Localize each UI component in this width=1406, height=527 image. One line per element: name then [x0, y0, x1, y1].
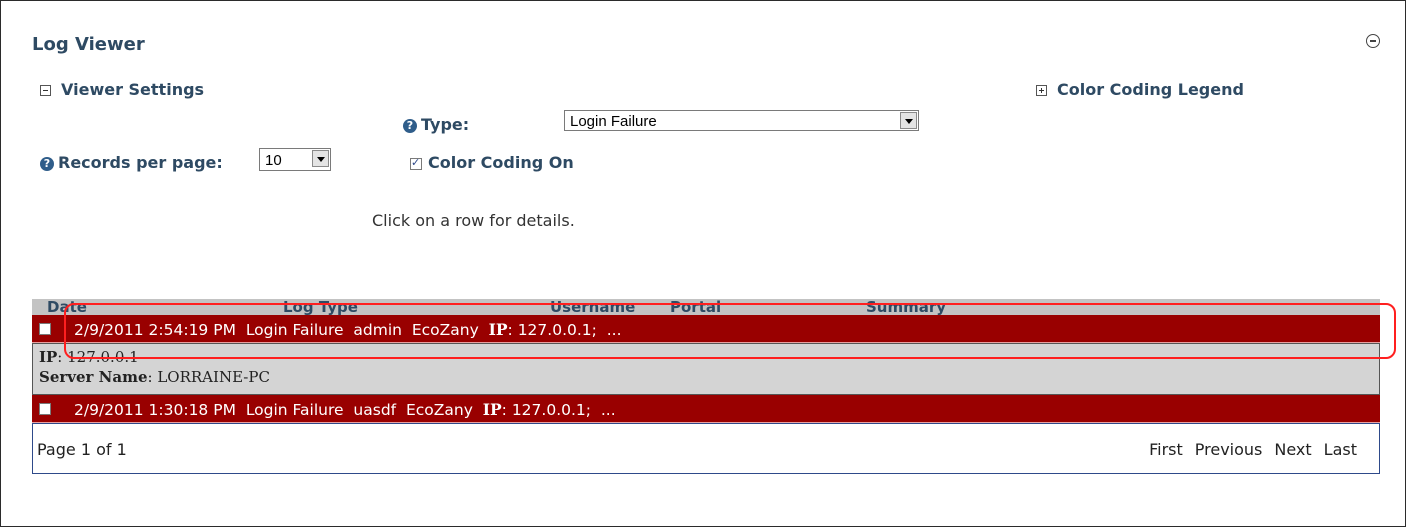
- row-checkbox[interactable]: [39, 323, 51, 335]
- collapse-icon[interactable]: [1366, 34, 1380, 48]
- type-select-value: Login Failure: [570, 113, 657, 130]
- row-text: 2/9/2011 2:54:19 PM Login Failure admin …: [74, 320, 622, 339]
- records-per-page-label: ? Records per page:: [40, 153, 223, 172]
- last-link[interactable]: Last: [1324, 440, 1357, 459]
- detail-ip: IP: 127.0.0.1: [39, 348, 139, 366]
- column-header-log-type[interactable]: Log Type: [283, 299, 358, 315]
- column-header-summary[interactable]: Summary: [866, 299, 946, 315]
- viewer-settings-toggle[interactable]: Viewer Settings: [40, 80, 204, 99]
- detail-server: Server Name: LORRAINE-PC: [39, 368, 270, 386]
- previous-link[interactable]: Previous: [1195, 440, 1263, 459]
- column-header-portal[interactable]: Portal: [670, 299, 721, 315]
- row-text: 2/9/2011 1:30:18 PM Login Failure uasdf …: [74, 400, 616, 419]
- checkbox-icon[interactable]: [410, 156, 422, 170]
- page-title: Log Viewer: [32, 34, 145, 55]
- color-coding-label: Color Coding On: [428, 153, 574, 172]
- table-row[interactable]: 2/9/2011 1:30:18 PM Login Failure uasdf …: [32, 395, 1380, 423]
- type-select[interactable]: Login Failure: [564, 110, 919, 131]
- next-link[interactable]: Next: [1274, 440, 1311, 459]
- viewer-settings-label: Viewer Settings: [61, 80, 205, 99]
- column-header-username[interactable]: Username: [550, 299, 635, 315]
- pager: Page 1 of 1 First Previous Next Last: [32, 423, 1380, 474]
- first-link[interactable]: First: [1149, 440, 1183, 459]
- records-per-page-value: 10: [265, 152, 282, 169]
- minus-box-icon: [40, 85, 51, 96]
- help-icon[interactable]: ?: [40, 156, 54, 171]
- table-header: Date Log Type Username Portal Summary: [32, 299, 1380, 315]
- log-table: Date Log Type Username Portal Summary 2/…: [32, 299, 1380, 474]
- type-label: ? Type:: [403, 115, 469, 134]
- help-icon[interactable]: ?: [403, 118, 417, 133]
- column-header-date[interactable]: Date: [47, 299, 87, 315]
- chevron-down-icon[interactable]: [312, 150, 329, 167]
- records-per-page-select[interactable]: 10: [259, 148, 331, 171]
- hint-text: Click on a row for details.: [372, 211, 575, 230]
- table-row[interactable]: 2/9/2011 2:54:19 PM Login Failure admin …: [32, 315, 1380, 343]
- pager-nav: First Previous Next Last: [1137, 440, 1357, 459]
- color-legend-toggle[interactable]: Color Coding Legend: [1036, 80, 1244, 99]
- page-info: Page 1 of 1: [37, 440, 127, 459]
- color-coding-checkbox[interactable]: Color Coding On: [410, 153, 574, 172]
- color-legend-label: Color Coding Legend: [1057, 80, 1244, 99]
- row-detail: IP: 127.0.0.1 Server Name: LORRAINE-PC: [32, 343, 1380, 395]
- chevron-down-icon[interactable]: [900, 112, 917, 129]
- row-checkbox[interactable]: [39, 403, 51, 415]
- plus-box-icon: [1036, 85, 1047, 96]
